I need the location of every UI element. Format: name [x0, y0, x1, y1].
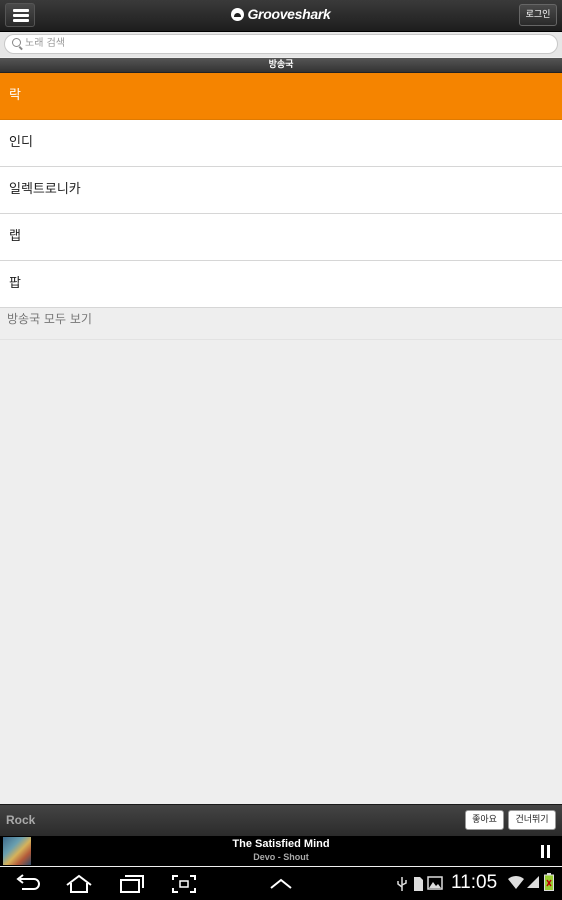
battery-icon — [544, 873, 554, 891]
station-list: 락 인디 일렉트로니카 랩 팝 — [0, 73, 562, 308]
chevron-up-icon[interactable] — [268, 874, 294, 894]
app-header: Grooveshark 로그인 — [0, 0, 562, 32]
image-icon — [427, 876, 443, 890]
station-item-rock[interactable]: 락 — [0, 73, 562, 120]
view-all-stations-link[interactable]: 방송국 모두 보기 — [0, 309, 562, 340]
search-placeholder: 노래 검색 — [25, 38, 65, 49]
login-button[interactable]: 로그인 — [519, 4, 557, 26]
pause-icon[interactable] — [541, 845, 551, 858]
current-station-name: Rock — [6, 813, 36, 827]
signal-icon — [527, 876, 539, 888]
station-item-indie[interactable]: 인디 — [0, 120, 562, 167]
system-nav-bar: 11:05 — [0, 867, 562, 900]
station-item-pop[interactable]: 팝 — [0, 261, 562, 308]
section-header: 방송국 — [0, 58, 562, 73]
like-button[interactable]: 좋아요 — [465, 810, 504, 830]
clock: 11:05 — [451, 872, 498, 893]
grooveshark-logo-icon — [231, 8, 245, 21]
search-bar: 노래 검색 — [0, 32, 562, 57]
search-input[interactable]: 노래 검색 — [4, 34, 558, 54]
station-item-rap[interactable]: 랩 — [0, 214, 562, 261]
grooveshark-logo: Grooveshark — [0, 6, 562, 22]
station-bar: Rock 좋아요 건너뛰기 — [0, 804, 562, 836]
search-icon — [12, 38, 21, 47]
recent-apps-icon[interactable] — [117, 874, 147, 894]
track-artist-album: Devo - Shout — [253, 852, 309, 862]
track-title: The Satisfied Mind — [232, 838, 330, 850]
skip-button[interactable]: 건너뛰기 — [508, 810, 556, 830]
usb-icon — [397, 877, 407, 891]
sd-card-icon — [414, 877, 423, 891]
now-playing-bar[interactable]: The Satisfied Mind Devo - Shout — [0, 836, 562, 866]
screenshot-icon[interactable] — [170, 874, 198, 894]
wifi-icon — [508, 875, 524, 889]
home-icon[interactable] — [64, 874, 94, 894]
back-icon[interactable] — [14, 874, 42, 894]
station-item-electronica[interactable]: 일렉트로니카 — [0, 167, 562, 214]
logo-text: Grooveshark — [247, 6, 331, 22]
